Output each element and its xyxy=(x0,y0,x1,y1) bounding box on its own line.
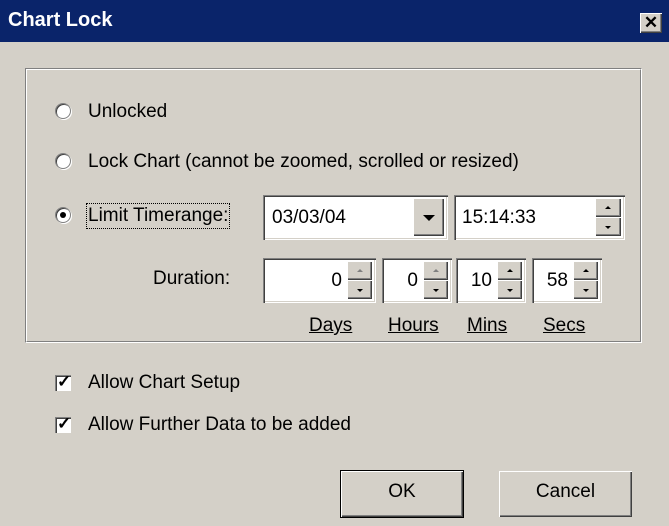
hours-value: 0 xyxy=(407,270,418,291)
mins-value: 10 xyxy=(470,270,492,291)
limit-timerange-label[interactable]: Limit Timerange: xyxy=(85,203,231,229)
secs-spin-up[interactable] xyxy=(573,261,598,280)
chevron-down-icon xyxy=(422,215,435,221)
mins-spinner[interactable] xyxy=(497,261,522,299)
limit-timerange-radio[interactable] xyxy=(55,207,71,223)
close-icon: ✕ xyxy=(643,13,659,32)
secs-spinner[interactable] xyxy=(573,261,598,299)
hours-spinner[interactable] xyxy=(423,261,448,299)
days-spin-down[interactable] xyxy=(347,280,372,299)
date-dropdown-button[interactable] xyxy=(413,198,444,236)
days-spin-up[interactable] xyxy=(347,261,372,280)
cancel-button-label: Cancel xyxy=(535,481,596,502)
days-field[interactable]: 0 xyxy=(263,258,376,303)
unlocked-radio[interactable] xyxy=(55,103,71,119)
mins-unit-label: Mins xyxy=(467,315,508,336)
window-title: Chart Lock xyxy=(8,9,113,31)
days-spinner[interactable] xyxy=(347,261,372,299)
time-value: 15:14:33 xyxy=(462,207,536,228)
secs-field[interactable]: 58 xyxy=(532,258,602,303)
date-value: 03/03/04 xyxy=(272,207,346,228)
allow-chart-setup-label[interactable]: Allow Chart Setup xyxy=(88,372,240,394)
allow-chart-setup-checkbox[interactable]: ✓ xyxy=(55,372,72,391)
cancel-button[interactable]: Cancel xyxy=(499,471,632,517)
time-spinner[interactable] xyxy=(595,198,621,236)
mins-spin-up[interactable] xyxy=(497,261,522,280)
allow-further-data-checkbox[interactable]: ✓ xyxy=(55,414,72,433)
unlocked-label[interactable]: Unlocked xyxy=(88,101,167,123)
duration-label: Duration: xyxy=(153,268,231,289)
hours-spin-down[interactable] xyxy=(423,280,448,299)
secs-value: 58 xyxy=(546,270,568,291)
days-value: 0 xyxy=(331,270,342,291)
check-icon: ✓ xyxy=(57,414,72,433)
lock-chart-label[interactable]: Lock Chart (cannot be zoomed, scrolled o… xyxy=(88,151,519,173)
time-field[interactable]: 15:14:33 xyxy=(454,195,625,240)
ok-button-label: OK xyxy=(388,481,416,502)
hours-unit-label: Hours xyxy=(388,315,439,336)
title-bar: Chart Lock ✕ xyxy=(0,0,669,42)
mins-field[interactable]: 10 xyxy=(456,258,526,303)
ok-button[interactable]: OK xyxy=(340,470,464,518)
date-dropdown[interactable]: 03/03/04 xyxy=(263,195,448,240)
secs-unit-label: Secs xyxy=(543,315,586,336)
mins-spin-down[interactable] xyxy=(497,280,522,299)
time-spin-up[interactable] xyxy=(595,198,621,217)
hours-field[interactable]: 0 xyxy=(382,258,452,303)
check-icon: ✓ xyxy=(57,372,72,391)
days-unit-label: Days xyxy=(309,315,353,336)
secs-spin-down[interactable] xyxy=(573,280,598,299)
allow-further-data-label[interactable]: Allow Further Data to be added xyxy=(88,414,351,436)
lock-chart-radio[interactable] xyxy=(55,153,71,169)
time-spin-down[interactable] xyxy=(595,217,621,236)
hours-spin-up[interactable] xyxy=(423,261,448,280)
close-button[interactable]: ✕ xyxy=(640,13,662,33)
